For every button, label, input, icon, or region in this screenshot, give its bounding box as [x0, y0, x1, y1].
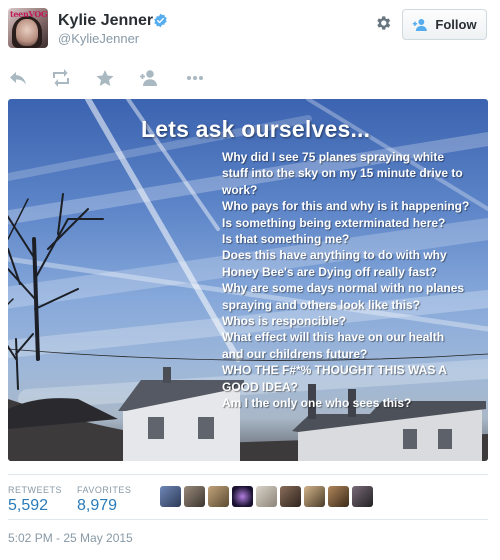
favorites-count[interactable]: 8,979 [77, 497, 117, 515]
follow-button[interactable]: Follow [402, 9, 487, 40]
favoriter-avatar[interactable] [232, 486, 253, 507]
favoriter-avatar[interactable] [328, 486, 349, 507]
image-text-line: work? [222, 182, 258, 197]
divider [8, 474, 488, 475]
retweets-label: RETWEETS [8, 485, 63, 495]
retweets-count[interactable]: 5,592 [8, 497, 48, 515]
image-text-line: stuff into the sky on my 15 minute drive… [222, 166, 463, 181]
favoriter-avatar[interactable] [256, 486, 277, 507]
image-text-line: Does this have anything to do with why [222, 248, 447, 263]
tweet-image[interactable]: Lets ask ourselves... Why did I see 75 p… [8, 99, 488, 461]
avatar-brand-text: teenVOGUE [10, 9, 48, 19]
image-text-line: Is that something me? [222, 232, 350, 247]
add-user-icon [413, 18, 428, 31]
image-text-line: Why did I see 75 planes spraying white [222, 150, 445, 164]
image-text-line: GOOD IDEA? [222, 379, 299, 394]
user-name[interactable]: Kylie Jenner [58, 12, 153, 30]
image-text-line: Honey Bee's are Dying off really fast? [222, 264, 437, 279]
image-text-line: Am I the only one who sees this? [222, 396, 412, 411]
retweet-icon[interactable] [51, 69, 71, 87]
image-title: Lets ask ourselves... [141, 116, 371, 142]
image-text-line: Is something being exterminated here? [222, 215, 446, 230]
tweet-timestamp[interactable]: 5:02 PM - 25 May 2015 [8, 531, 133, 545]
image-text-lines: Why did I see 75 planes spraying white s… [222, 149, 484, 412]
more-icon[interactable] [185, 69, 205, 87]
user-handle[interactable]: @KylieJenner [58, 31, 139, 46]
image-text-line: Why are some days normal with no planes [222, 281, 465, 296]
follow-button-label: Follow [435, 17, 477, 32]
favoriter-avatar[interactable] [352, 486, 373, 507]
follow-icon[interactable] [139, 69, 159, 87]
image-text-line: Who pays for this and why is it happenin… [222, 199, 470, 214]
verified-badge-icon [154, 13, 167, 28]
avatar-face [16, 19, 38, 46]
favorite-icon[interactable] [95, 69, 115, 87]
favoriter-avatar[interactable] [184, 486, 205, 507]
favoriter-avatar[interactable] [280, 486, 301, 507]
favoriter-avatar[interactable] [304, 486, 325, 507]
image-text-line: and our childrens future? [222, 346, 368, 361]
favoriter-avatar[interactable] [160, 486, 181, 507]
image-text-line: WHO THE F#*% THOUGHT THIS WAS A [222, 363, 447, 378]
favorites-label: FAVORITES [77, 485, 132, 495]
reply-icon[interactable] [8, 69, 28, 87]
gear-icon[interactable] [374, 14, 392, 32]
image-text-line: spraying and others look like this? [222, 297, 421, 312]
avatar[interactable]: teenVOGUE [8, 8, 48, 48]
favoriter-avatar[interactable] [208, 486, 229, 507]
image-text-line: What effect will this have on our health [222, 330, 445, 345]
image-text-line: Whos is responcible? [222, 314, 347, 329]
tweet: teenVOGUE Kylie Jenner @KylieJenner Foll… [0, 0, 500, 560]
divider [8, 519, 488, 520]
